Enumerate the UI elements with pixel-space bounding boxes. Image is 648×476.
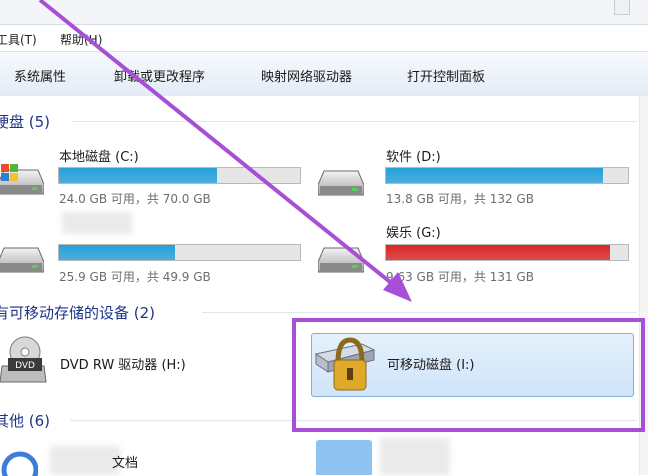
blurred-region — [62, 212, 132, 234]
menu-help[interactable]: 帮助(H) — [60, 31, 102, 48]
open-control-panel-button[interactable]: 打开控制面板 — [407, 66, 485, 85]
drive-space-c: 24.0 GB 可用，共 70.0 GB — [59, 192, 211, 206]
command-toolbar: 系统属性 卸载或更改程序 映射网络驱动器 打开控制面板 — [0, 51, 648, 97]
svg-text:DVD: DVD — [15, 361, 35, 371]
group-divider — [72, 121, 637, 122]
dvd-drive-icon: DVD — [0, 336, 47, 383]
library-icon — [1, 451, 38, 476]
drive-space-g: 9.63 GB 可用，共 131 GB — [386, 270, 534, 284]
drive-usage-bar-d — [385, 167, 629, 184]
highlight-annotation — [292, 318, 645, 432]
window-control-button[interactable] — [614, 0, 630, 15]
blurred-region — [50, 446, 120, 475]
folder-icon — [316, 440, 372, 475]
drive-usage-fill-g — [386, 245, 611, 260]
blurred-region — [380, 438, 450, 475]
drive-space-e: 25.9 GB 可用，共 49.9 GB — [59, 270, 211, 284]
drive-usage-fill-c — [59, 168, 218, 183]
hard-drive-icon — [318, 170, 364, 196]
window-top-strip — [0, 0, 648, 25]
drive-usage-bar-e — [58, 244, 301, 261]
drive-name-d[interactable]: 软件 (D:) — [386, 146, 441, 165]
drive-name-h[interactable]: DVD RW 驱动器 (H:) — [60, 354, 186, 373]
group-header-other[interactable]: 其他 (6) — [0, 410, 50, 431]
map-network-drive-button[interactable]: 映射网络驱动器 — [261, 66, 352, 85]
group-header-hard-disks[interactable]: 硬盘 (5) — [0, 111, 50, 132]
group-header-removable[interactable]: 有可移动存储的设备 (2) — [0, 302, 155, 323]
menu-bar: 工具(T) 帮助(H) — [0, 25, 648, 51]
drive-usage-bar-c — [58, 167, 301, 184]
system-properties-button[interactable]: 系统属性 — [14, 66, 66, 85]
drive-usage-fill-d — [386, 168, 603, 183]
drive-usage-fill-e — [59, 245, 175, 260]
drive-usage-bar-g — [385, 244, 629, 261]
group-divider — [202, 312, 637, 313]
drive-space-d: 13.8 GB 可用，共 132 GB — [386, 192, 534, 206]
menu-tools[interactable]: 工具(T) — [0, 31, 37, 48]
other-item-name[interactable]: 文档 — [112, 452, 138, 471]
hard-drive-icon — [0, 247, 44, 273]
hard-drive-icon — [318, 247, 364, 273]
drive-name-g[interactable]: 娱乐 (G:) — [386, 222, 441, 241]
drive-name-c[interactable]: 本地磁盘 (C:) — [59, 146, 139, 165]
uninstall-program-button[interactable]: 卸载或更改程序 — [114, 66, 205, 85]
hard-drive-icon — [0, 164, 44, 195]
